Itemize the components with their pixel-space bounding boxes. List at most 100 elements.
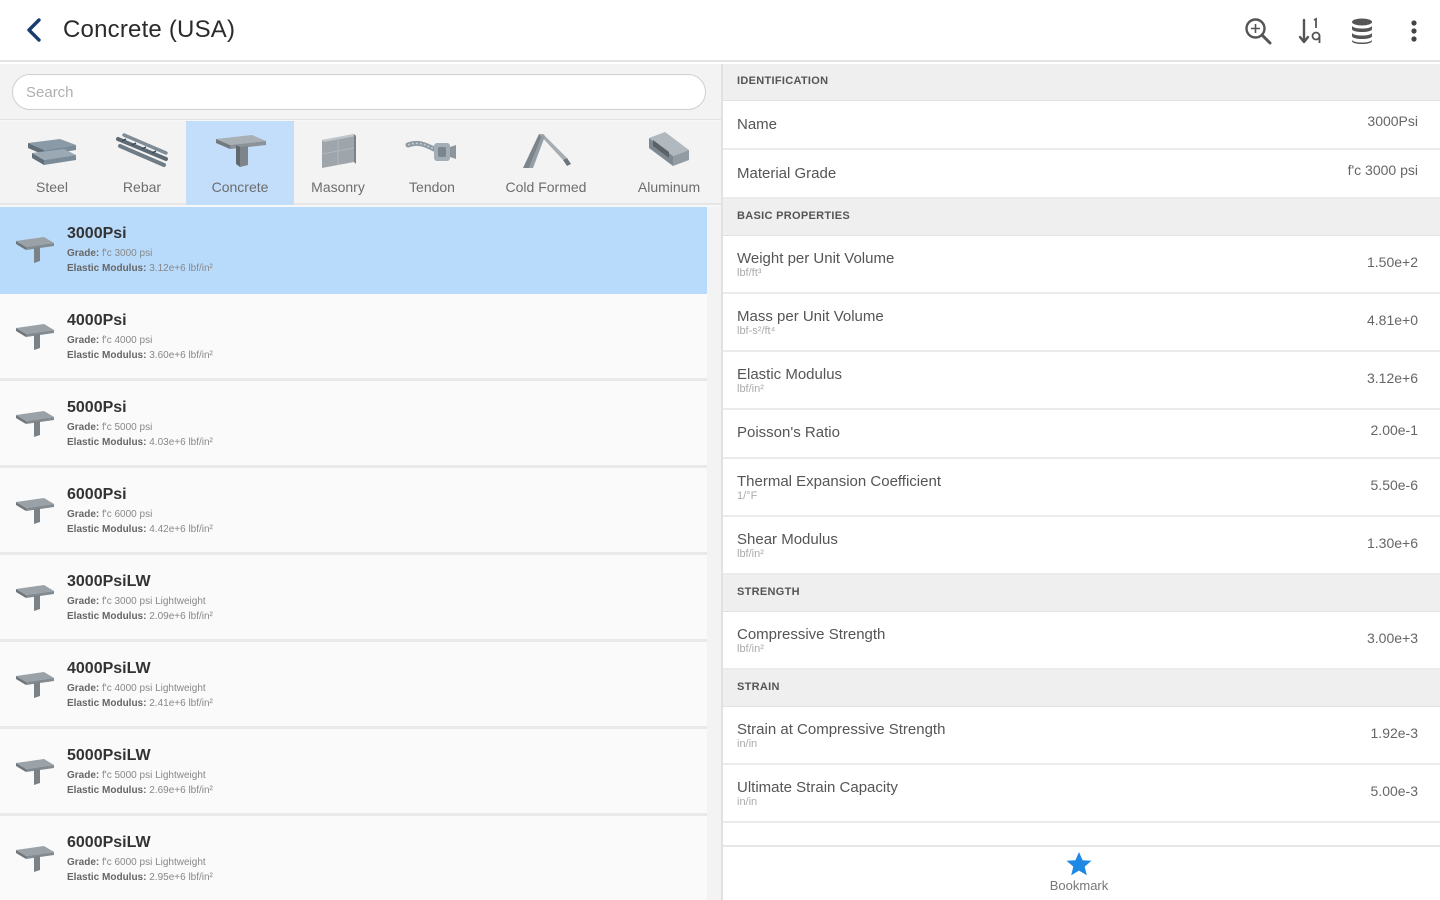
prop-value: 3.12e+6	[1367, 370, 1418, 386]
concrete-tee-icon	[16, 411, 54, 437]
list-item[interactable]: 3000Psi Grade: f'c 3000 psi Elastic Modu…	[0, 207, 707, 294]
search-bar	[0, 64, 721, 120]
prop-row-strain-compressive: Strain at Compressive Strength in/in 1.9…	[723, 707, 1440, 765]
page-title: Concrete (USA)	[63, 16, 236, 43]
modulus-label: Elastic Modulus:	[67, 611, 147, 622]
zoom-search-button[interactable]	[1232, 12, 1284, 50]
aluminum-channel-icon	[643, 121, 695, 177]
grade-label: Grade:	[67, 683, 100, 694]
modulus-label: Elastic Modulus:	[67, 524, 147, 535]
prop-value: 1.30e+6	[1367, 535, 1418, 551]
list-item[interactable]: 5000PsiLW Grade: f'c 5000 psi Lightweigh…	[0, 729, 707, 816]
list-item[interactable]: 4000PsiLW Grade: f'c 4000 psi Lightweigh…	[0, 642, 707, 729]
list-item[interactable]: 6000Psi Grade: f'c 6000 psi Elastic Modu…	[0, 468, 707, 555]
grade-value: f'c 4000 psi Lightweight	[102, 683, 206, 694]
grade-value: f'c 3000 psi	[102, 248, 153, 259]
prop-row-weight: Weight per Unit Volume lbf/ft³ 1.50e+2	[723, 236, 1440, 294]
material-name: 3000Psi	[67, 225, 127, 242]
section-header-strain: STRAIN	[723, 670, 1440, 707]
back-button[interactable]	[18, 12, 50, 48]
tab-label: Steel	[36, 179, 68, 195]
material-name: 5000PsiLW	[67, 747, 151, 764]
bookmark-button[interactable]: Bookmark	[1043, 851, 1115, 899]
modulus-label: Elastic Modulus:	[67, 872, 147, 883]
list-item[interactable]: 6000PsiLW Grade: f'c 6000 psi Lightweigh…	[0, 816, 707, 900]
prop-value: 5.00e-3	[1370, 783, 1418, 799]
grade-value: f'c 6000 psi Lightweight	[102, 857, 206, 868]
tab-rebar[interactable]: Rebar	[98, 121, 186, 205]
prop-row-shear-modulus: Shear Modulus lbf/in² 1.30e+6	[723, 517, 1440, 575]
grade-label: Grade:	[67, 509, 100, 520]
modulus-label: Elastic Modulus:	[67, 785, 147, 796]
prop-unit: 1/°F	[737, 490, 758, 502]
sort-button[interactable]	[1284, 12, 1336, 50]
grade-label: Grade:	[67, 596, 100, 607]
prop-label: Weight per Unit Volume	[737, 250, 895, 267]
prop-label: Shear Modulus	[737, 531, 838, 548]
prop-label: Name	[737, 116, 778, 133]
prop-label: Ultimate Strain Capacity	[737, 779, 898, 796]
tab-tendon[interactable]: Tendon	[384, 121, 480, 205]
list-item[interactable]: 4000Psi Grade: f'c 4000 psi Elastic Modu…	[0, 294, 707, 381]
grade-value: f'c 6000 psi	[102, 509, 153, 520]
concrete-tee-icon	[16, 237, 54, 263]
category-tabs: Steel Rebar Concrete Masonry Tendon Cold…	[0, 121, 721, 205]
list-scrollbar[interactable]	[707, 207, 721, 900]
prop-row-thermal: Thermal Expansion Coefficient 1/°F 5.50e…	[723, 459, 1440, 517]
prop-unit: lbf/in²	[737, 383, 764, 395]
modulus-value: 2.09e+6 lbf/in²	[149, 611, 213, 622]
prop-row-name: Name 3000Psi	[723, 101, 1440, 150]
concrete-tee-icon	[16, 846, 54, 872]
tab-label: Aluminum	[637, 179, 701, 195]
material-name: 3000PsiLW	[67, 573, 151, 590]
tab-aluminum[interactable]: Aluminum	[622, 121, 716, 205]
prop-value: 5.50e-6	[1370, 477, 1418, 493]
prop-label: Compressive Strength	[737, 626, 886, 643]
prop-value: f'c 3000 psi	[1347, 162, 1418, 178]
grade-label: Grade:	[67, 770, 100, 781]
tab-label: Cold Formed	[505, 179, 587, 195]
search-input[interactable]	[12, 74, 706, 110]
modulus-value: 3.60e+6 lbf/in²	[149, 350, 213, 361]
concrete-tee-icon	[16, 672, 54, 698]
tab-concrete[interactable]: Concrete	[186, 121, 294, 205]
prop-unit: in/in	[737, 796, 758, 808]
prop-label: Poisson's Ratio	[737, 424, 840, 441]
prop-unit: lbf/in²	[737, 548, 764, 560]
modulus-value: 2.95e+6 lbf/in²	[149, 872, 213, 883]
prop-row-elastic-modulus: Elastic Modulus lbf/in² 3.12e+6	[723, 352, 1440, 410]
material-name: 6000PsiLW	[67, 834, 151, 851]
prop-unit: lbf-s²/ft⁴	[737, 325, 776, 337]
concrete-tee-icon	[16, 324, 54, 350]
prop-row-ultimate-strain: Ultimate Strain Capacity in/in 5.00e-3	[723, 765, 1440, 823]
grade-label: Grade:	[67, 422, 100, 433]
concrete-tee-icon	[16, 585, 54, 611]
list-item[interactable]: 5000Psi Grade: f'c 5000 psi Elastic Modu…	[0, 381, 707, 468]
prop-value: 1.50e+2	[1367, 254, 1418, 270]
tab-masonry[interactable]: Masonry	[296, 121, 380, 205]
modulus-label: Elastic Modulus:	[67, 263, 147, 274]
database-button[interactable]	[1336, 12, 1388, 50]
grade-value: f'c 4000 psi	[102, 335, 153, 346]
section-header-basic-properties: BASIC PROPERTIES	[723, 199, 1440, 236]
tendon-icon	[404, 121, 460, 177]
masonry-block-icon	[316, 121, 360, 177]
section-header-strength: STRENGTH	[723, 575, 1440, 612]
tab-label: Tendon	[409, 179, 455, 195]
prop-row-material-grade: Material Grade f'c 3000 psi	[723, 150, 1440, 199]
section-header-identification: IDENTIFICATION	[723, 64, 1440, 101]
zoom-search-icon	[1245, 18, 1272, 45]
more-button[interactable]	[1388, 12, 1440, 50]
prop-value: 1.92e-3	[1370, 725, 1418, 741]
chevron-left-icon	[27, 18, 41, 42]
modulus-value: 2.69e+6 lbf/in²	[149, 785, 213, 796]
list-item[interactable]: 3000PsiLW Grade: f'c 3000 psi Lightweigh…	[0, 555, 707, 642]
prop-unit: lbf/in²	[737, 643, 764, 655]
more-vertical-icon	[1411, 20, 1417, 42]
tab-cold-formed[interactable]: Cold Formed	[492, 121, 600, 205]
prop-value: 3.00e+3	[1367, 630, 1418, 646]
tab-steel[interactable]: Steel	[8, 121, 96, 205]
tab-label: Masonry	[311, 179, 365, 195]
material-name: 6000Psi	[67, 486, 127, 503]
app-header: Concrete (USA)	[0, 0, 1440, 62]
